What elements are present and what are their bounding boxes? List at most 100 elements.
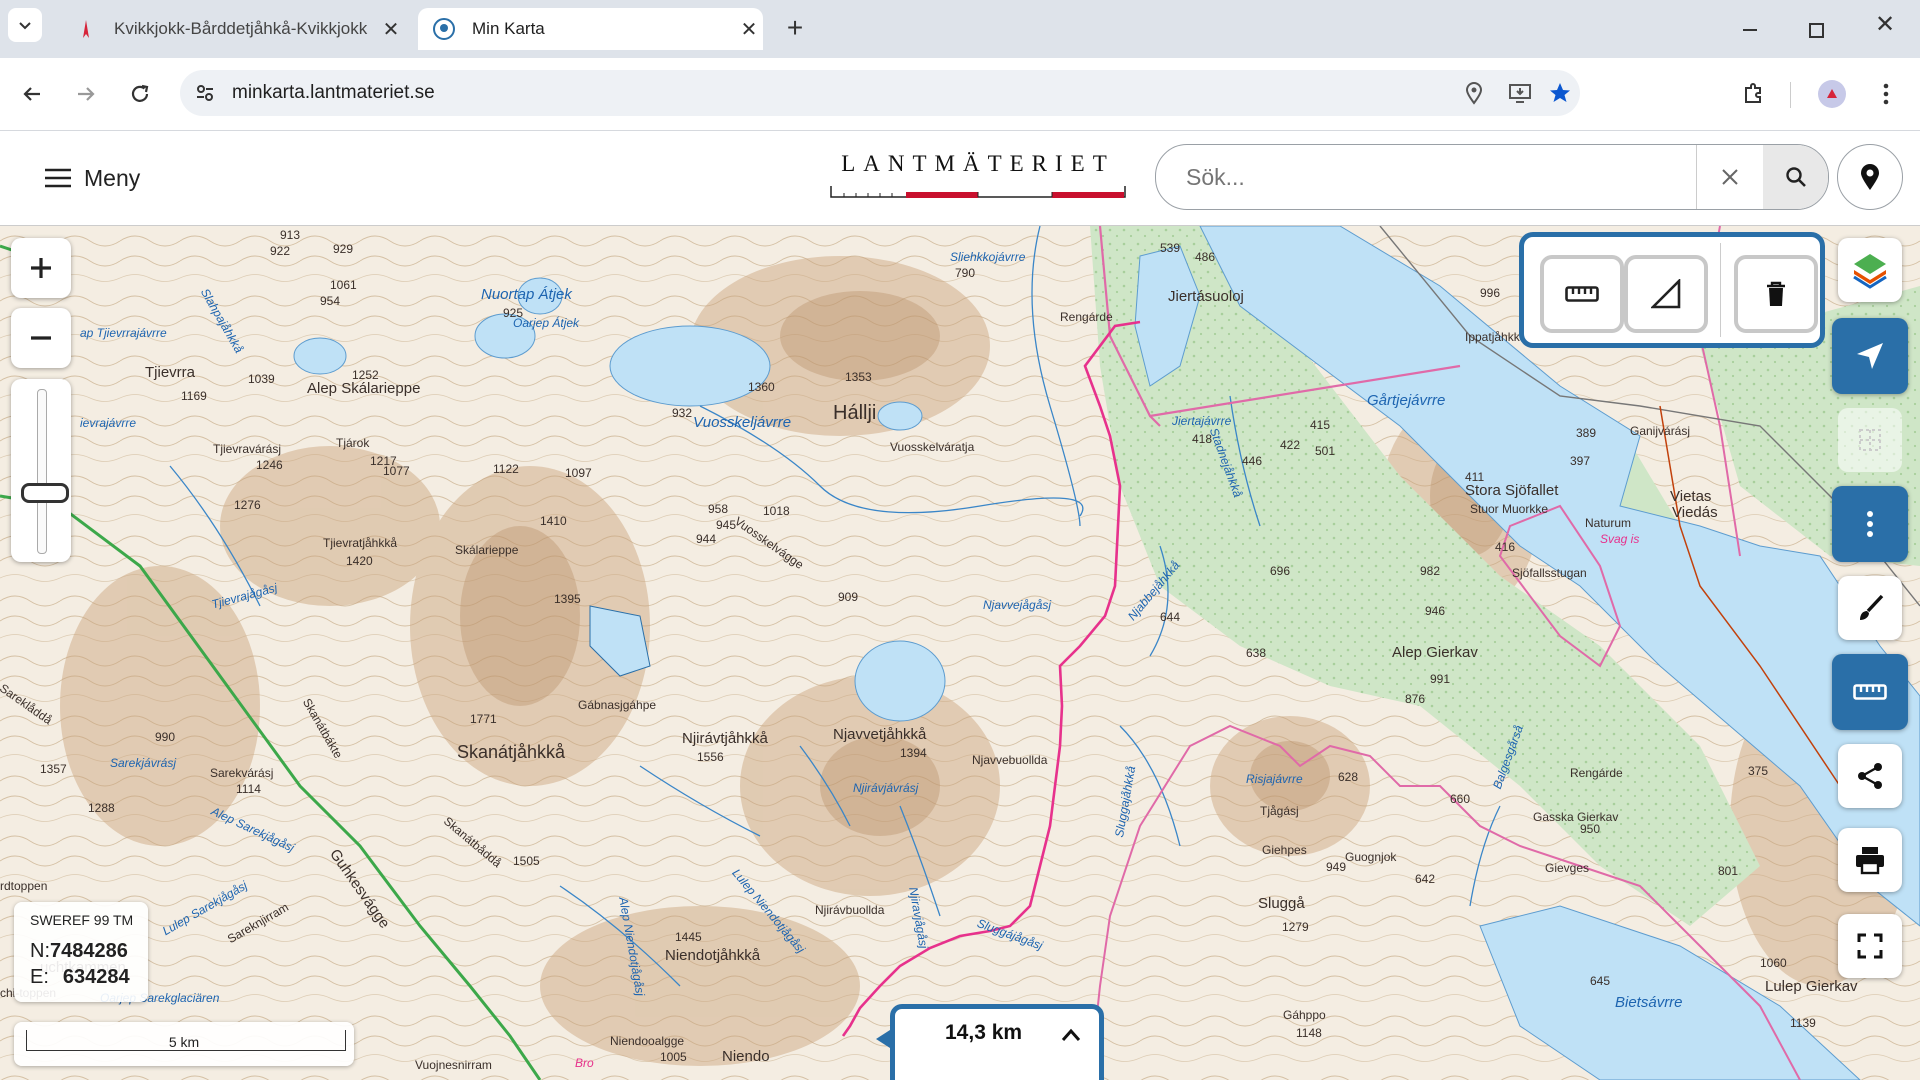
elevation-label: 1148 — [1296, 1026, 1322, 1040]
elevation-label: 416 — [1495, 540, 1516, 554]
forward-button[interactable] — [68, 76, 104, 112]
map-label: Njirávbuollda — [815, 903, 885, 917]
map-label: Vuosskeljávrre — [693, 414, 792, 431]
tab-list-button[interactable] — [8, 8, 42, 42]
address-bar[interactable]: minkarta.lantmateriet.se — [180, 70, 1580, 116]
tab-min-karta[interactable]: Min Karta ✕ — [418, 8, 763, 50]
map-label: Rengárde — [1060, 310, 1113, 324]
share-button[interactable] — [1838, 744, 1902, 808]
elevation-label: 913 — [280, 228, 301, 242]
elevation-label: 411 — [1465, 470, 1485, 484]
lantmateriet-logo[interactable]: LANTMÄTERIET — [830, 151, 1126, 203]
elevation-label: 1039 — [248, 372, 275, 386]
chevron-down-icon — [19, 22, 31, 30]
reload-button[interactable] — [122, 76, 158, 112]
ruler-icon — [1853, 684, 1887, 700]
elevation-label: 1061 — [330, 278, 357, 292]
map-label: Viedás — [1672, 504, 1718, 521]
restore-window-icon[interactable] — [1800, 14, 1830, 44]
map-layers-button[interactable] — [1838, 238, 1902, 302]
elevation-label: 389 — [1576, 426, 1597, 440]
map-label: Risjajávrre — [1246, 772, 1303, 786]
tab-close-icon[interactable]: ✕ — [735, 17, 763, 42]
minimize-window-icon[interactable] — [1735, 14, 1765, 44]
east-value: 634284 — [62, 966, 130, 988]
logo-text: LANTMÄTERIET — [841, 151, 1115, 176]
draw-button[interactable] — [1838, 576, 1902, 640]
map-label: Alep Gierkav — [1392, 644, 1478, 661]
map-label: Tjievratjåhkkå — [323, 536, 398, 550]
bookmark-star-icon[interactable] — [1548, 81, 1572, 105]
measure-area-tool-button[interactable] — [1624, 255, 1708, 333]
fullscreen-button[interactable] — [1838, 914, 1902, 978]
zoom-out-button[interactable] — [11, 308, 71, 368]
zoom-slider-handle[interactable] — [21, 483, 69, 503]
elevation-label: 1556 — [697, 750, 724, 764]
map-label: Sjöfallsstugan — [1512, 566, 1587, 580]
menu-button[interactable]: Meny — [44, 161, 140, 195]
map-label: Niendooalgge — [610, 1034, 685, 1048]
fullscreen-icon — [1857, 933, 1883, 959]
map-label: Stuor Muorkke — [1470, 502, 1549, 516]
map-label: Naturum — [1585, 516, 1632, 530]
elevation-label: 876 — [1405, 692, 1426, 706]
browser-menu-button[interactable] — [1868, 76, 1904, 112]
close-window-icon[interactable]: ✕ — [1870, 10, 1900, 40]
elevation-label: 1122 — [493, 462, 519, 476]
north-value: 7484286 — [50, 940, 128, 962]
back-button[interactable] — [14, 76, 50, 112]
zoom-in-button[interactable] — [11, 238, 71, 298]
elevation-label: 1276 — [234, 498, 261, 512]
new-tab-button[interactable]: + — [780, 14, 810, 44]
elevation-label: 944 — [696, 532, 717, 546]
elevation-label: 1246 — [256, 458, 283, 472]
map-label: Tjågásj — [1260, 804, 1299, 818]
elevation-label: 1360 — [748, 380, 775, 394]
tab-close-icon[interactable]: ✕ — [377, 17, 405, 42]
search-button[interactable] — [1763, 145, 1828, 209]
arrow-right-icon — [78, 87, 95, 101]
elevation-label: 501 — [1315, 444, 1336, 458]
elevation-label: 991 — [1430, 672, 1451, 686]
map-label: Skanátjåhkkå — [457, 742, 566, 762]
delete-measure-button[interactable] — [1734, 255, 1818, 333]
map-label: Tjievravárásj — [213, 442, 282, 456]
site-settings-icon[interactable] — [194, 82, 216, 104]
collapse-measure-button[interactable] — [1055, 1019, 1087, 1051]
profile-avatar[interactable] — [1814, 76, 1850, 112]
elevation-label: 1410 — [540, 514, 567, 528]
map-label: Gasska Gierkav — [1533, 810, 1619, 824]
elevation-label: 922 — [270, 244, 291, 258]
my-location-search-button[interactable] — [1837, 144, 1903, 210]
location-pin-icon[interactable] — [1463, 81, 1485, 105]
chevron-up-icon — [1061, 1028, 1081, 1041]
map-label: Gievges — [1545, 861, 1590, 875]
elevation-label: 1097 — [565, 466, 592, 480]
more-options-button[interactable] — [1832, 486, 1908, 562]
coordinate-readout: SWEREF 99 TM N:7484286 E: 634284 — [14, 902, 148, 1002]
elevation-label: 990 — [155, 730, 176, 744]
search-input[interactable] — [1184, 159, 1688, 195]
map-label: Gábnasjgáhpe — [578, 698, 657, 712]
browser-tab-bar: Kvikkjokk-Bårddetjåhkå-Kvikkjokk ✕ Min K… — [0, 0, 1920, 58]
map-label: Tjievrra — [145, 364, 196, 381]
elevation-label: 446 — [1242, 454, 1263, 468]
tab-kvikkjokk[interactable]: Kvikkjokk-Bårddetjåhkå-Kvikkjokk ✕ — [60, 8, 405, 50]
printer-icon — [1856, 847, 1884, 875]
install-app-icon[interactable] — [1508, 82, 1532, 104]
elevation-label: 925 — [503, 306, 524, 320]
zoom-slider[interactable] — [11, 379, 71, 562]
map-label: Nuortap Átjek — [481, 286, 572, 303]
measure-distance-tool-button[interactable] — [1540, 255, 1624, 333]
map-canvas[interactable]: Hállji Skanátjåhkkå Njirávtjåhkkå Njavve… — [0, 226, 1920, 1080]
elevation-label: 982 — [1420, 564, 1441, 578]
clear-search-button[interactable] — [1697, 145, 1763, 209]
ruler-icon — [1565, 286, 1599, 302]
elevation-label: 1169 — [181, 389, 207, 403]
my-location-button[interactable] — [1832, 318, 1908, 394]
measure-button[interactable] — [1832, 654, 1908, 730]
print-button[interactable] — [1838, 828, 1902, 892]
map-label: Njavvebuollda — [972, 753, 1048, 767]
menu-label: Meny — [84, 164, 141, 191]
extensions-button[interactable] — [1735, 76, 1771, 112]
